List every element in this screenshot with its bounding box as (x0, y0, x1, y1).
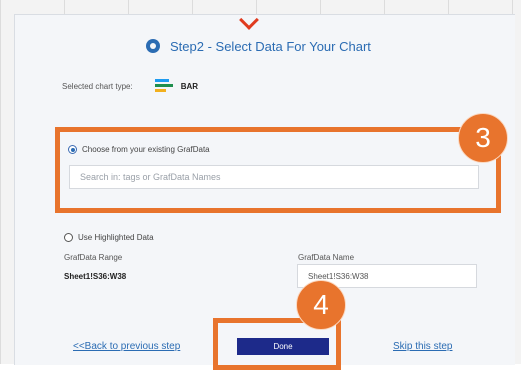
chart-type-row: Selected chart type: BAR (62, 79, 198, 93)
grafdata-name-label: GrafData Name (298, 253, 355, 262)
highlighted-data-label: Use Highlighted Data (78, 233, 154, 242)
step3-callout-badge: 3 (458, 113, 508, 163)
grafdata-range-label: GrafData Range (64, 253, 123, 262)
grafdata-range-value: Sheet1!S36:W38 (64, 272, 127, 281)
highlighted-data-radio[interactable] (64, 233, 73, 242)
dialog-header: Step2 - Select Data For Your Chart (146, 36, 371, 56)
pointer-arrow-icon (239, 10, 259, 30)
highlighted-data-option[interactable]: Use Highlighted Data (64, 233, 154, 242)
chart-type-value: BAR (180, 81, 199, 91)
grafdata-logo-icon (146, 39, 160, 53)
step4-callout-badge: 4 (296, 280, 346, 330)
dialog-title: Step2 - Select Data For Your Chart (170, 38, 371, 54)
chart-type-label: Selected chart type: (62, 81, 133, 91)
skip-this-step-link[interactable]: Skip this step (393, 341, 452, 352)
back-to-previous-step-link[interactable]: <<Back to previous step (73, 341, 180, 352)
bar-chart-icon (154, 79, 173, 93)
step3-highlight-box (55, 127, 501, 213)
